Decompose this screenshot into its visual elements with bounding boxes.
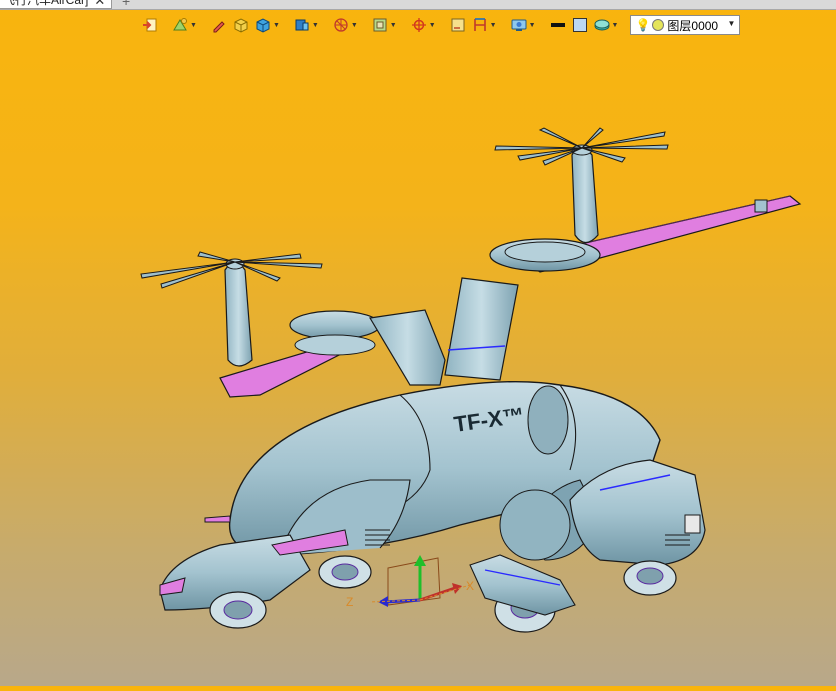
chevron-down-icon: ▼	[311, 21, 319, 29]
layer-color-swatch	[652, 19, 665, 31]
pen-icon	[213, 21, 225, 33]
aircar-model: TF-X™ Z X	[140, 127, 802, 633]
face-style-icon	[594, 19, 609, 31]
close-icon[interactable]: ✕	[94, 0, 105, 7]
cube-icon	[256, 18, 270, 33]
render-sphere-icon	[334, 18, 348, 32]
frame-view-button[interactable]: ▼	[370, 14, 399, 36]
chevron-down-icon: ▼	[190, 21, 197, 29]
chevron-down-icon: ▼	[611, 21, 619, 29]
x-axis-label: X	[466, 579, 474, 593]
chevron-down-icon: ▼	[528, 21, 536, 29]
display-settings-button[interactable]: ▼	[509, 14, 538, 36]
document-tab-title: 飞行汽车AirCar]	[3, 0, 89, 7]
fill-color-button[interactable]	[570, 14, 590, 36]
chevron-down-icon: ▼	[428, 21, 436, 29]
new-tab-icon[interactable]: +	[122, 0, 130, 8]
right-rotor	[489, 127, 669, 272]
section-view-icon	[295, 19, 309, 31]
3d-viewport[interactable]: TF-X™ Z X	[0, 40, 836, 686]
layer-select[interactable]: 💡 图层0000 ▼	[630, 15, 741, 35]
document-tab-strip: 飞行汽车AirCar] ✕ +	[0, 0, 836, 10]
dimension-icon	[473, 18, 486, 31]
box-solid-icon	[234, 18, 248, 33]
pen-button[interactable]	[209, 14, 229, 36]
dimension-button[interactable]: ▼	[470, 14, 499, 36]
lightbulb-icon: 💡	[635, 18, 651, 32]
frame-view-icon	[373, 18, 387, 32]
drawing-sheet-button[interactable]	[448, 14, 468, 36]
chevron-down-icon: ▼	[272, 21, 280, 29]
document-tab[interactable]: 飞行汽车AirCar] ✕	[0, 0, 113, 9]
drawing-sheet-icon	[451, 18, 465, 32]
z-axis-label: Z	[346, 595, 353, 609]
line-color-icon	[550, 23, 565, 27]
sketch-tools-button[interactable]: ▼	[170, 14, 199, 36]
face-style-button[interactable]: ▼	[592, 14, 621, 36]
box-solid-button[interactable]	[231, 14, 251, 36]
section-view-button[interactable]: ▼	[292, 14, 321, 36]
center-pylons	[369, 277, 519, 386]
snap-target-button[interactable]: ▼	[409, 14, 438, 36]
display-settings-icon	[511, 19, 527, 31]
chevron-down-icon: ▼	[350, 21, 358, 29]
import-button[interactable]	[140, 14, 160, 36]
layer-select-value: 图层0000	[667, 18, 719, 33]
render-sphere-button[interactable]: ▼	[331, 14, 360, 36]
sketch-tools-icon	[173, 18, 187, 31]
import-icon	[143, 18, 157, 32]
chevron-down-icon: ▼	[727, 19, 736, 28]
cube-button[interactable]: ▼	[253, 14, 282, 36]
line-color-button[interactable]	[548, 14, 568, 36]
left-rotor	[140, 251, 381, 367]
fill-color-icon	[572, 18, 587, 32]
quick-toolbar: ▼ ▼ ▼ ▼ ▼ ▼ ▼ ▼ ▼ 💡 图层0000 ▼	[140, 14, 741, 36]
snap-target-icon	[411, 18, 426, 32]
chevron-down-icon: ▼	[489, 21, 497, 29]
chevron-down-icon: ▼	[389, 21, 397, 29]
